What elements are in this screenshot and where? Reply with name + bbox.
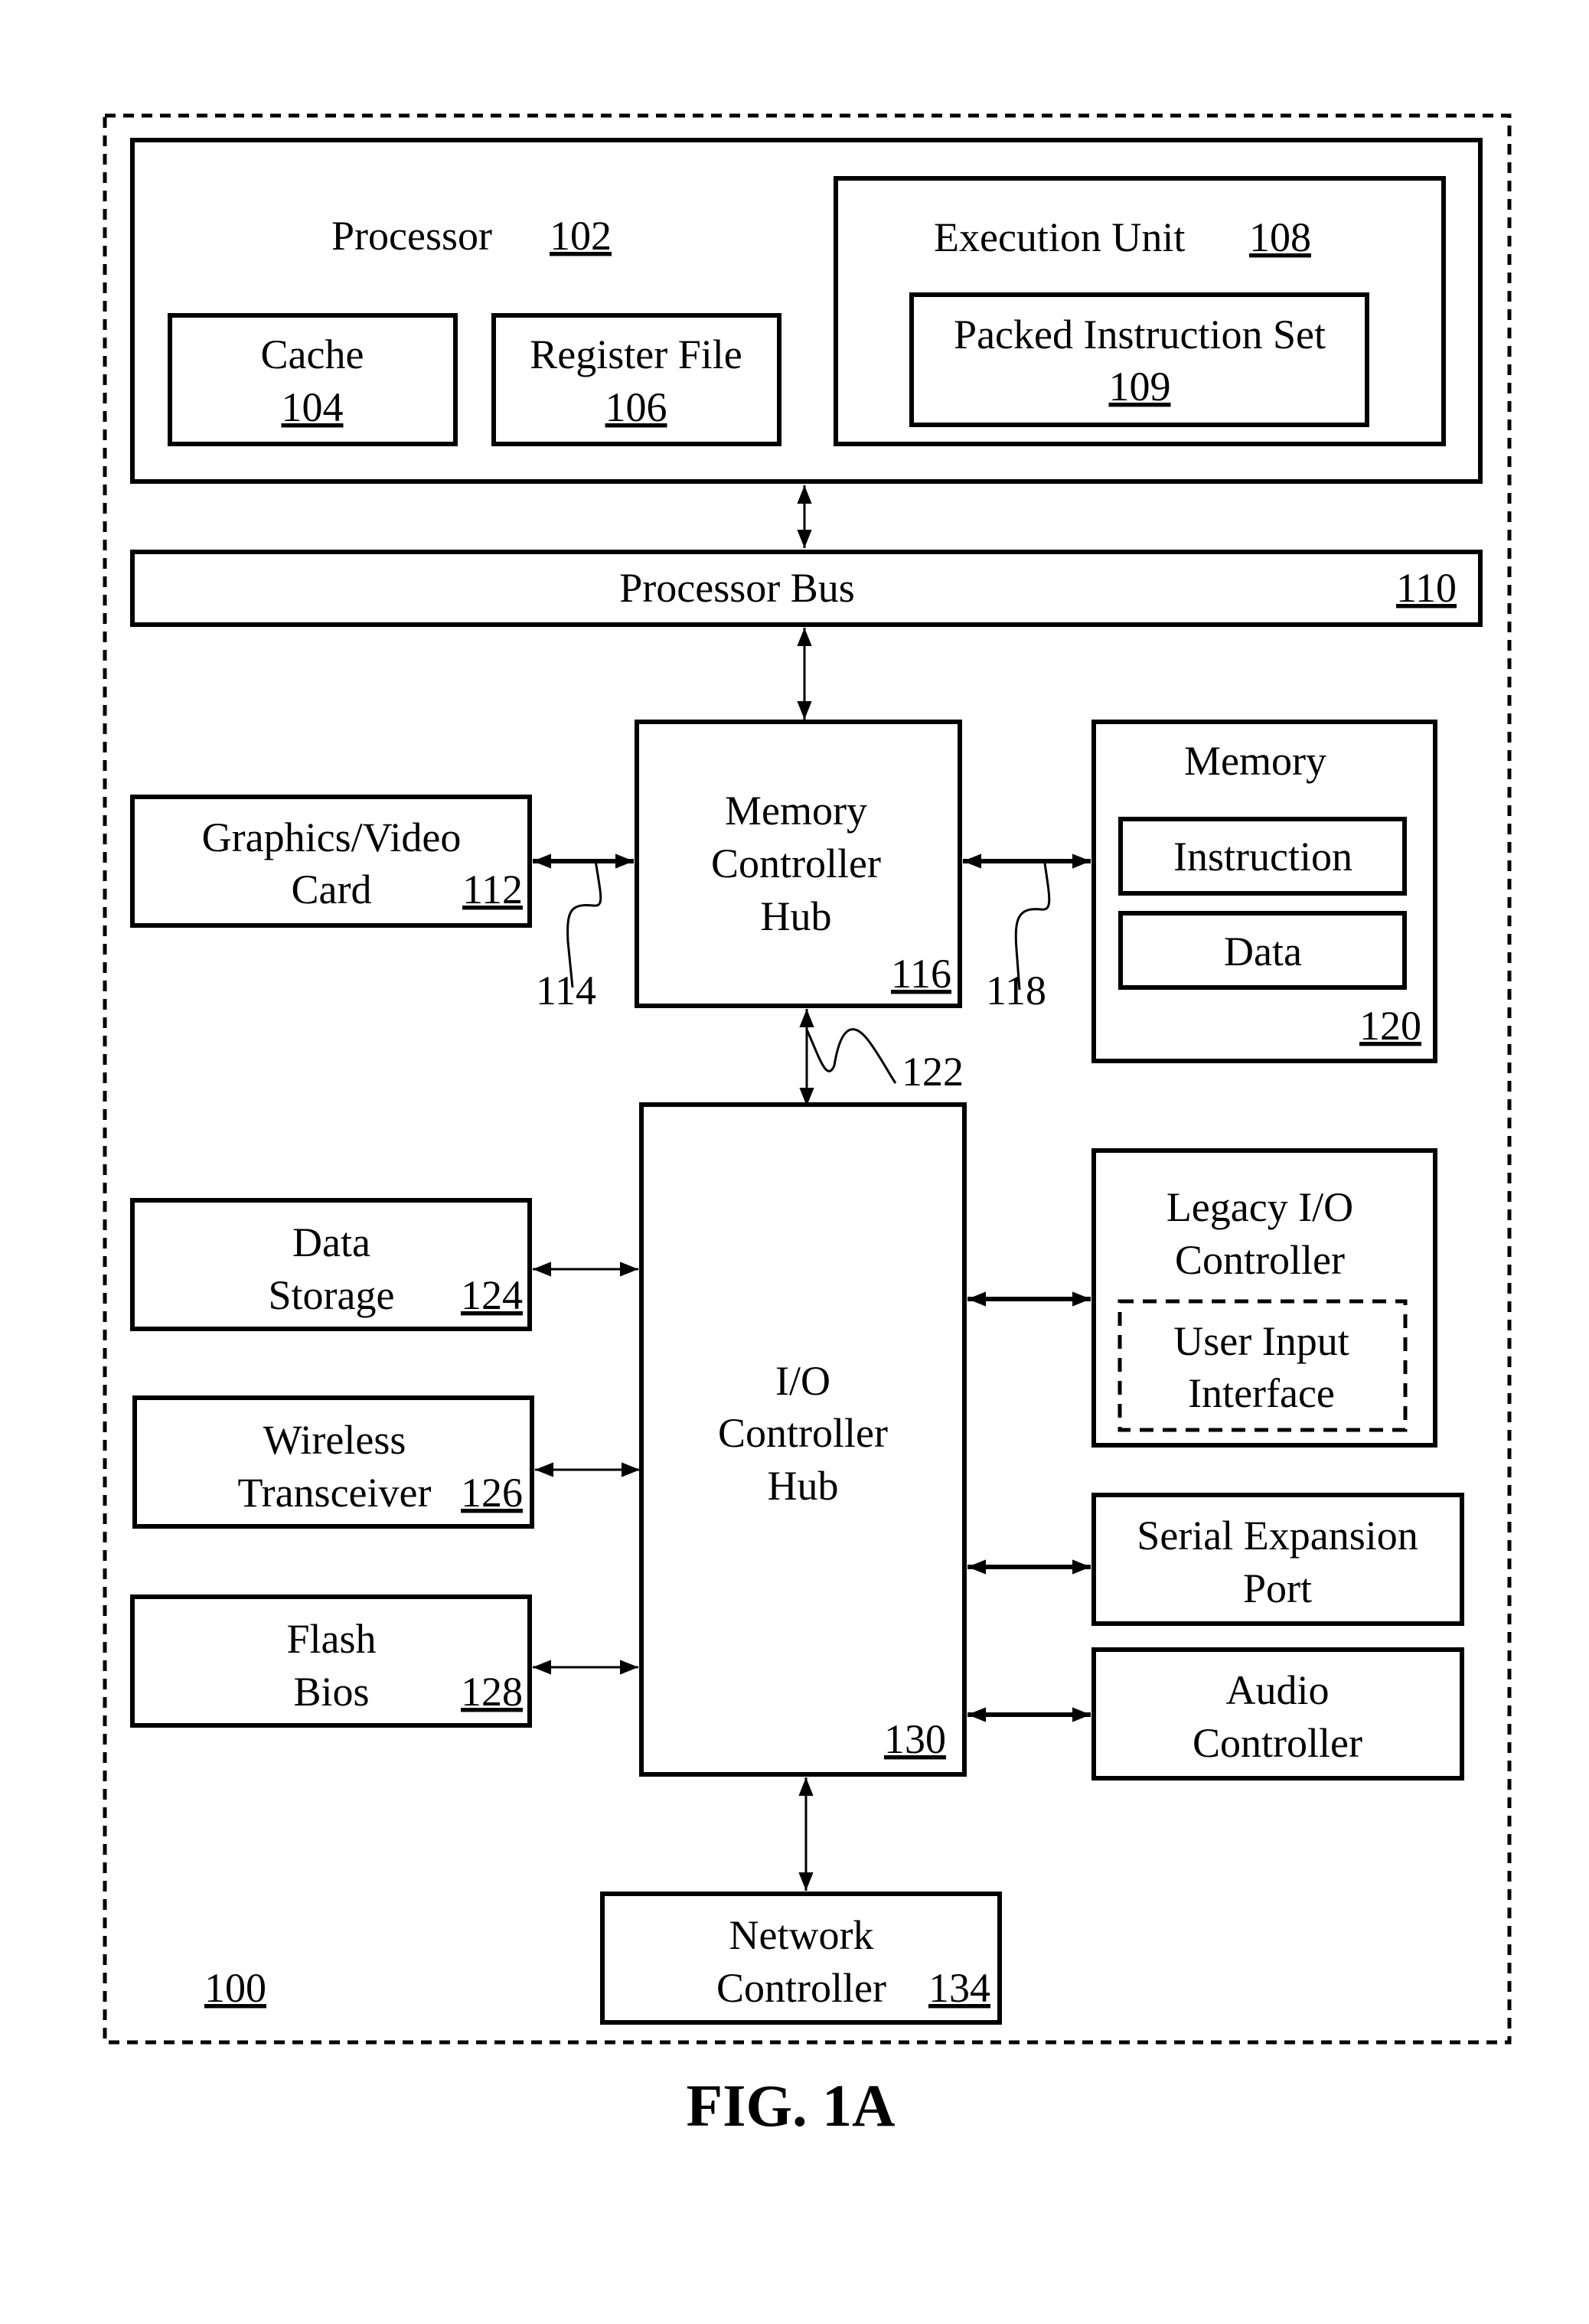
graphics-card-line1: Graphics/Video (202, 814, 462, 860)
wireless-line1: Wireless (263, 1417, 406, 1463)
memory-ref: 120 (1359, 1003, 1421, 1049)
data-storage-block: Data Storage 124 (130, 1198, 532, 1331)
register-file-ref: 106 (605, 384, 667, 430)
callout-114: 114 (536, 968, 596, 1013)
graphics-video-card-block: Graphics/Video Card 112 (130, 795, 532, 928)
graphics-card-line2: Card (292, 867, 372, 912)
cache-block: Cache 104 (168, 313, 458, 446)
io-controller-hub-block: I/O Controller Hub 130 (639, 1102, 967, 1777)
legacy-io-controller-block: Legacy I/O Controller User Input Interfa… (1091, 1148, 1437, 1448)
memory-block: Memory Instruction Data 120 (1091, 720, 1437, 1063)
figure-caption: FIG. 1A (687, 2072, 896, 2139)
processor-bus-label: Processor Bus (619, 565, 855, 611)
execution-unit-ref: 108 (1249, 214, 1311, 260)
network-ref: 134 (928, 1965, 990, 2011)
packed-instruction-set-block: Packed Instruction Set 109 (909, 292, 1369, 427)
memory-instruction-label: Instruction (1173, 834, 1352, 880)
execution-unit-label: Execution Unit (934, 214, 1185, 260)
data-storage-line2: Storage (269, 1272, 395, 1318)
callout-122-leader (805, 1028, 897, 1084)
flash-bios-line2: Bios (293, 1669, 369, 1715)
serial-port-line1: Serial Expansion (1137, 1513, 1418, 1559)
cache-label: Cache (261, 331, 364, 377)
memory-instruction-block: Instruction (1118, 817, 1407, 896)
callout-122: 122 (902, 1049, 964, 1095)
execution-unit-block: Execution Unit 108 Packed Instruction Se… (834, 176, 1446, 446)
legacy-io-line1: Legacy I/O (1166, 1184, 1353, 1230)
wireless-line2: Transceiver (238, 1470, 432, 1516)
user-input-line2: Interface (1188, 1370, 1335, 1416)
mch-line2: Controller (711, 840, 881, 886)
mch-ref: 116 (891, 951, 951, 997)
block-diagram: Processor 102 Cache 104 Register File 10… (103, 113, 1512, 2139)
user-input-line1: User Input (1173, 1318, 1349, 1364)
register-file-label: Register File (530, 331, 742, 377)
network-line1: Network (729, 1912, 874, 1958)
processor-ref: 102 (550, 213, 612, 259)
flash-bios-block: Flash Bios 128 (130, 1594, 532, 1728)
memory-data-label: Data (1224, 929, 1302, 974)
serial-port-line2: Port (1243, 1565, 1312, 1611)
processor-block: Processor 102 Cache 104 Register File 10… (130, 138, 1483, 484)
graphics-card-ref: 112 (462, 867, 523, 912)
ich-ref: 130 (884, 1716, 946, 1762)
legacy-io-line2: Controller (1175, 1237, 1345, 1283)
wireless-transceiver-block: Wireless Transceiver 126 (132, 1395, 534, 1529)
flash-bios-line1: Flash (286, 1616, 376, 1662)
audio-line1: Audio (1226, 1667, 1330, 1713)
flash-bios-ref: 128 (461, 1669, 523, 1715)
memory-data-block: Data (1118, 911, 1407, 990)
callout-118: 118 (986, 968, 1046, 1013)
wireless-ref: 126 (461, 1470, 523, 1516)
packed-instruction-set-ref: 109 (1109, 364, 1171, 410)
serial-expansion-port-block: Serial Expansion Port (1091, 1493, 1464, 1626)
memory-label: Memory (1184, 738, 1326, 784)
processor-bus-block: Processor Bus 110 (130, 550, 1483, 627)
data-storage-ref: 124 (461, 1272, 523, 1318)
network-line2: Controller (716, 1965, 886, 2011)
memory-controller-hub-block: Memory Controller Hub 116 (635, 720, 962, 1008)
processor-label: Processor (331, 213, 492, 259)
mch-line1: Memory (725, 788, 867, 834)
mch-line3: Hub (761, 893, 832, 939)
system-ref: 100 (204, 1965, 266, 2011)
network-controller-block: Network Controller 134 (600, 1892, 1002, 2025)
ich-line3: Hub (768, 1463, 839, 1509)
packed-instruction-set-label: Packed Instruction Set (954, 312, 1326, 357)
data-storage-line1: Data (292, 1219, 370, 1265)
audio-controller-block: Audio Controller (1091, 1647, 1464, 1781)
processor-bus-ref: 110 (1396, 565, 1457, 611)
register-file-block: Register File 106 (491, 313, 781, 446)
ich-line1: I/O (775, 1358, 830, 1404)
audio-line2: Controller (1193, 1720, 1362, 1766)
ich-line2: Controller (718, 1410, 888, 1456)
cache-ref: 104 (282, 384, 344, 430)
